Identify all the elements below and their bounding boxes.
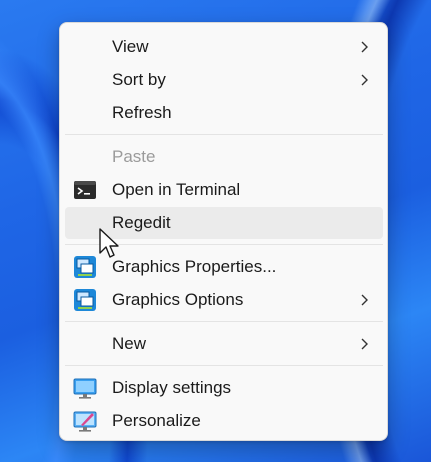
menu-item-label: Refresh [112, 103, 172, 122]
menu-item-label: Paste [112, 147, 156, 166]
menu-item-label: New [112, 334, 147, 353]
intel-graphics-icon [74, 289, 96, 311]
menu-item-open-in-terminal[interactable]: Open in Terminal [65, 174, 383, 206]
intel-graphics-icon [74, 256, 96, 278]
menu-item-view[interactable]: View [65, 31, 383, 63]
menu-item-label: Open in Terminal [112, 180, 241, 199]
menu-separator [65, 365, 383, 366]
menu-item-personalize[interactable]: Personalize [65, 405, 383, 437]
terminal-icon [74, 181, 96, 199]
chevron-right-icon [361, 41, 368, 53]
menu-item-label: Graphics Properties... [112, 257, 277, 276]
menu-item-label: Display settings [112, 378, 232, 397]
menu-item-refresh[interactable]: Refresh [65, 97, 383, 129]
menu-item-new[interactable]: New [65, 328, 383, 360]
display-icon [73, 378, 97, 399]
chevron-right-icon [361, 294, 368, 306]
menu-item-graphics-options[interactable]: Graphics Options [65, 284, 383, 316]
personalize-icon [73, 411, 97, 432]
menu-item-label: Personalize [112, 411, 201, 430]
mouse-pointer-icon [99, 228, 119, 258]
menu-separator [65, 321, 383, 322]
chevron-right-icon [361, 338, 368, 350]
menu-item-paste: Paste [65, 141, 383, 173]
menu-item-label: Sort by [112, 70, 166, 89]
menu-item-label: View [112, 37, 149, 56]
menu-item-sort-by[interactable]: Sort by [65, 64, 383, 96]
menu-separator [65, 134, 383, 135]
chevron-right-icon [361, 74, 368, 86]
menu-item-label: Graphics Options [112, 290, 244, 309]
menu-item-display-settings[interactable]: Display settings [65, 372, 383, 404]
